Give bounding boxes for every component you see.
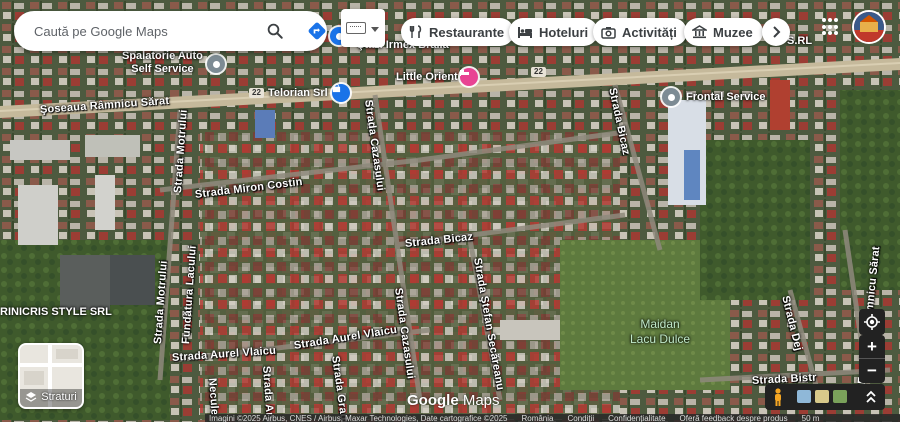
chip-museums[interactable]: Muzee — [684, 18, 763, 46]
keyboard-icon — [346, 22, 366, 34]
google-maps-logo: Google Maps — [407, 392, 500, 409]
attribution-bar: Imagini ©2025 Airbus, CNES / Airbus, Max… — [205, 414, 900, 422]
map-type-thumbnail[interactable] — [797, 390, 811, 403]
hotel-icon — [518, 27, 532, 38]
avatar-image — [854, 12, 884, 42]
logo-google: Google — [407, 392, 459, 409]
search-box[interactable] — [14, 11, 327, 51]
place-pin-frontal-service[interactable] — [662, 88, 680, 106]
feedback-link[interactable]: Oferă feedback despre produs — [680, 414, 788, 422]
chip-label: Activități — [622, 24, 677, 40]
zoom-in-button[interactable]: + — [859, 335, 885, 359]
place-pin-telorian[interactable] — [332, 84, 350, 102]
place-label-frontal-service[interactable]: Frontal Service — [686, 91, 765, 103]
google-apps-button[interactable] — [822, 18, 840, 36]
road-number-badge: 22 — [531, 67, 546, 77]
layers-icon — [25, 392, 37, 402]
place-label-spalatorie[interactable]: Spalatorie Auto Self Service — [122, 50, 203, 76]
map-bottom-controls — [765, 384, 885, 410]
museum-icon — [692, 25, 707, 39]
more-chips-button[interactable] — [762, 18, 790, 46]
layers-button[interactable]: Straturi — [18, 343, 84, 409]
shopping-bag-icon — [332, 84, 341, 93]
zoom-out-button[interactable]: − — [859, 359, 885, 383]
place-pin-spalatorie[interactable] — [207, 55, 225, 73]
chip-restaurants[interactable]: Restaurante — [401, 18, 515, 46]
my-location-icon — [864, 314, 880, 330]
layers-label: Straturi — [41, 391, 77, 403]
place-label-srl[interactable]: S.RL — [787, 35, 812, 47]
place-label-telorian[interactable]: Telorian Srl — [268, 87, 328, 99]
my-location-button[interactable] — [859, 309, 885, 335]
satellite-map[interactable]: 22 22 Şoseaua Râmnicu Sărat Strada Motru… — [0, 0, 900, 422]
logo-maps: Maps — [462, 392, 500, 409]
imagery-credit: Imagini ©2025 Airbus, CNES / Airbus, Max… — [209, 414, 508, 422]
street-label-necule: Necule — [206, 377, 221, 416]
layers-label-row: Straturi — [20, 391, 82, 403]
keyboard-input-button[interactable] — [341, 9, 385, 47]
restaurant-icon — [409, 25, 422, 38]
chevron-up-icon[interactable] — [865, 390, 877, 404]
satellite-thumbnail[interactable] — [833, 390, 847, 403]
chip-activities[interactable]: Activități — [593, 18, 687, 46]
place-label-rinicris[interactable]: RINICRIS STYLE SRL — [0, 306, 112, 318]
chip-label: Restaurante — [429, 24, 505, 40]
search-icon[interactable] — [266, 22, 284, 40]
chip-label: Hoteluri — [539, 24, 589, 40]
area-label-maidan[interactable]: Maidan Lacu Dulce — [630, 317, 690, 347]
country-link[interactable]: România — [521, 414, 553, 422]
road-number-badge: 22 — [249, 88, 264, 98]
place-label-little-orient[interactable]: Little Orient — [396, 71, 458, 83]
zoom-controls: + − — [859, 335, 885, 383]
terrain-thumbnail[interactable] — [815, 390, 829, 403]
hotel-bed-icon — [460, 70, 469, 76]
scale-label[interactable]: 50 m — [802, 414, 820, 422]
chevron-right-icon — [773, 26, 781, 38]
chip-hotels[interactable]: Hoteluri — [509, 18, 599, 46]
chip-label: Muzee — [713, 24, 753, 40]
place-pin-little-orient[interactable] — [460, 68, 478, 86]
chevron-down-icon — [371, 27, 379, 32]
directions-icon[interactable] — [307, 21, 327, 41]
camera-icon — [601, 26, 616, 39]
avatar[interactable] — [852, 10, 886, 44]
pegman-icon[interactable] — [773, 388, 783, 406]
terms-link[interactable]: Condiții — [567, 414, 594, 422]
privacy-link[interactable]: Confidențialitate — [608, 414, 665, 422]
search-input[interactable] — [34, 23, 244, 39]
